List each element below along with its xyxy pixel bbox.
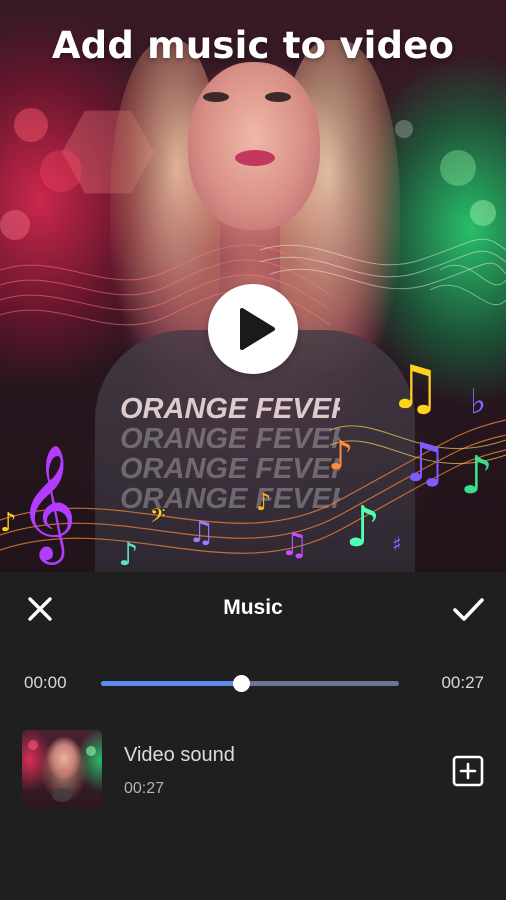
total-time: 00:27 (441, 673, 484, 692)
check-icon (453, 598, 484, 621)
video-preview[interactable]: ORANGE FEVER ORANGE FEVER ORANGE FEVER O… (0, 0, 506, 572)
treble-clef-icon: 𝄞 (18, 443, 78, 560)
seek-bar[interactable] (101, 675, 399, 692)
music-note-icon: ♫ (400, 431, 449, 494)
music-note-icon: ♭ (470, 382, 487, 422)
screen: ORANGE FEVER ORANGE FEVER ORANGE FEVER O… (0, 0, 506, 900)
music-panel: Music 00:00 00:27 Video sound 00:27 (0, 572, 506, 900)
thumbnail-bokeh (86, 746, 96, 756)
music-note-icon: 𝄢 (150, 504, 166, 532)
thumbnail-bokeh (52, 788, 72, 802)
add-box-icon (452, 755, 484, 787)
music-note-icon: ♫ (188, 515, 215, 550)
track-duration: 00:27 (124, 780, 165, 797)
music-note-icon: ♪ (345, 495, 381, 560)
music-note-icon: ♪ (460, 446, 494, 506)
panel-toolbar: Music (0, 572, 506, 644)
music-note-icon: ♫ (280, 525, 309, 563)
play-button[interactable] (208, 284, 298, 374)
track-title: Video sound (124, 744, 235, 766)
sharp-sign-icon: ♯ (392, 532, 402, 556)
music-note-icon: ♪ (0, 508, 17, 538)
track-thumbnail (22, 730, 102, 810)
thumbnail-bokeh (28, 740, 38, 750)
seek-thumb[interactable] (233, 675, 251, 692)
confirm-button[interactable] (447, 589, 489, 629)
panel-title: Music (223, 596, 283, 619)
track-item[interactable]: Video sound 00:27 (0, 722, 506, 812)
seek-progress (101, 681, 242, 686)
headline: Add music to video (51, 24, 455, 67)
current-time: 00:00 (24, 673, 67, 692)
music-note-icon: ♪ (256, 488, 272, 516)
add-track-button[interactable] (451, 754, 485, 788)
music-note-icon: ♫ (388, 353, 442, 423)
music-note-icon: ♪ (328, 433, 354, 479)
play-icon (240, 308, 275, 350)
music-note-icon: ♪ (118, 535, 139, 572)
